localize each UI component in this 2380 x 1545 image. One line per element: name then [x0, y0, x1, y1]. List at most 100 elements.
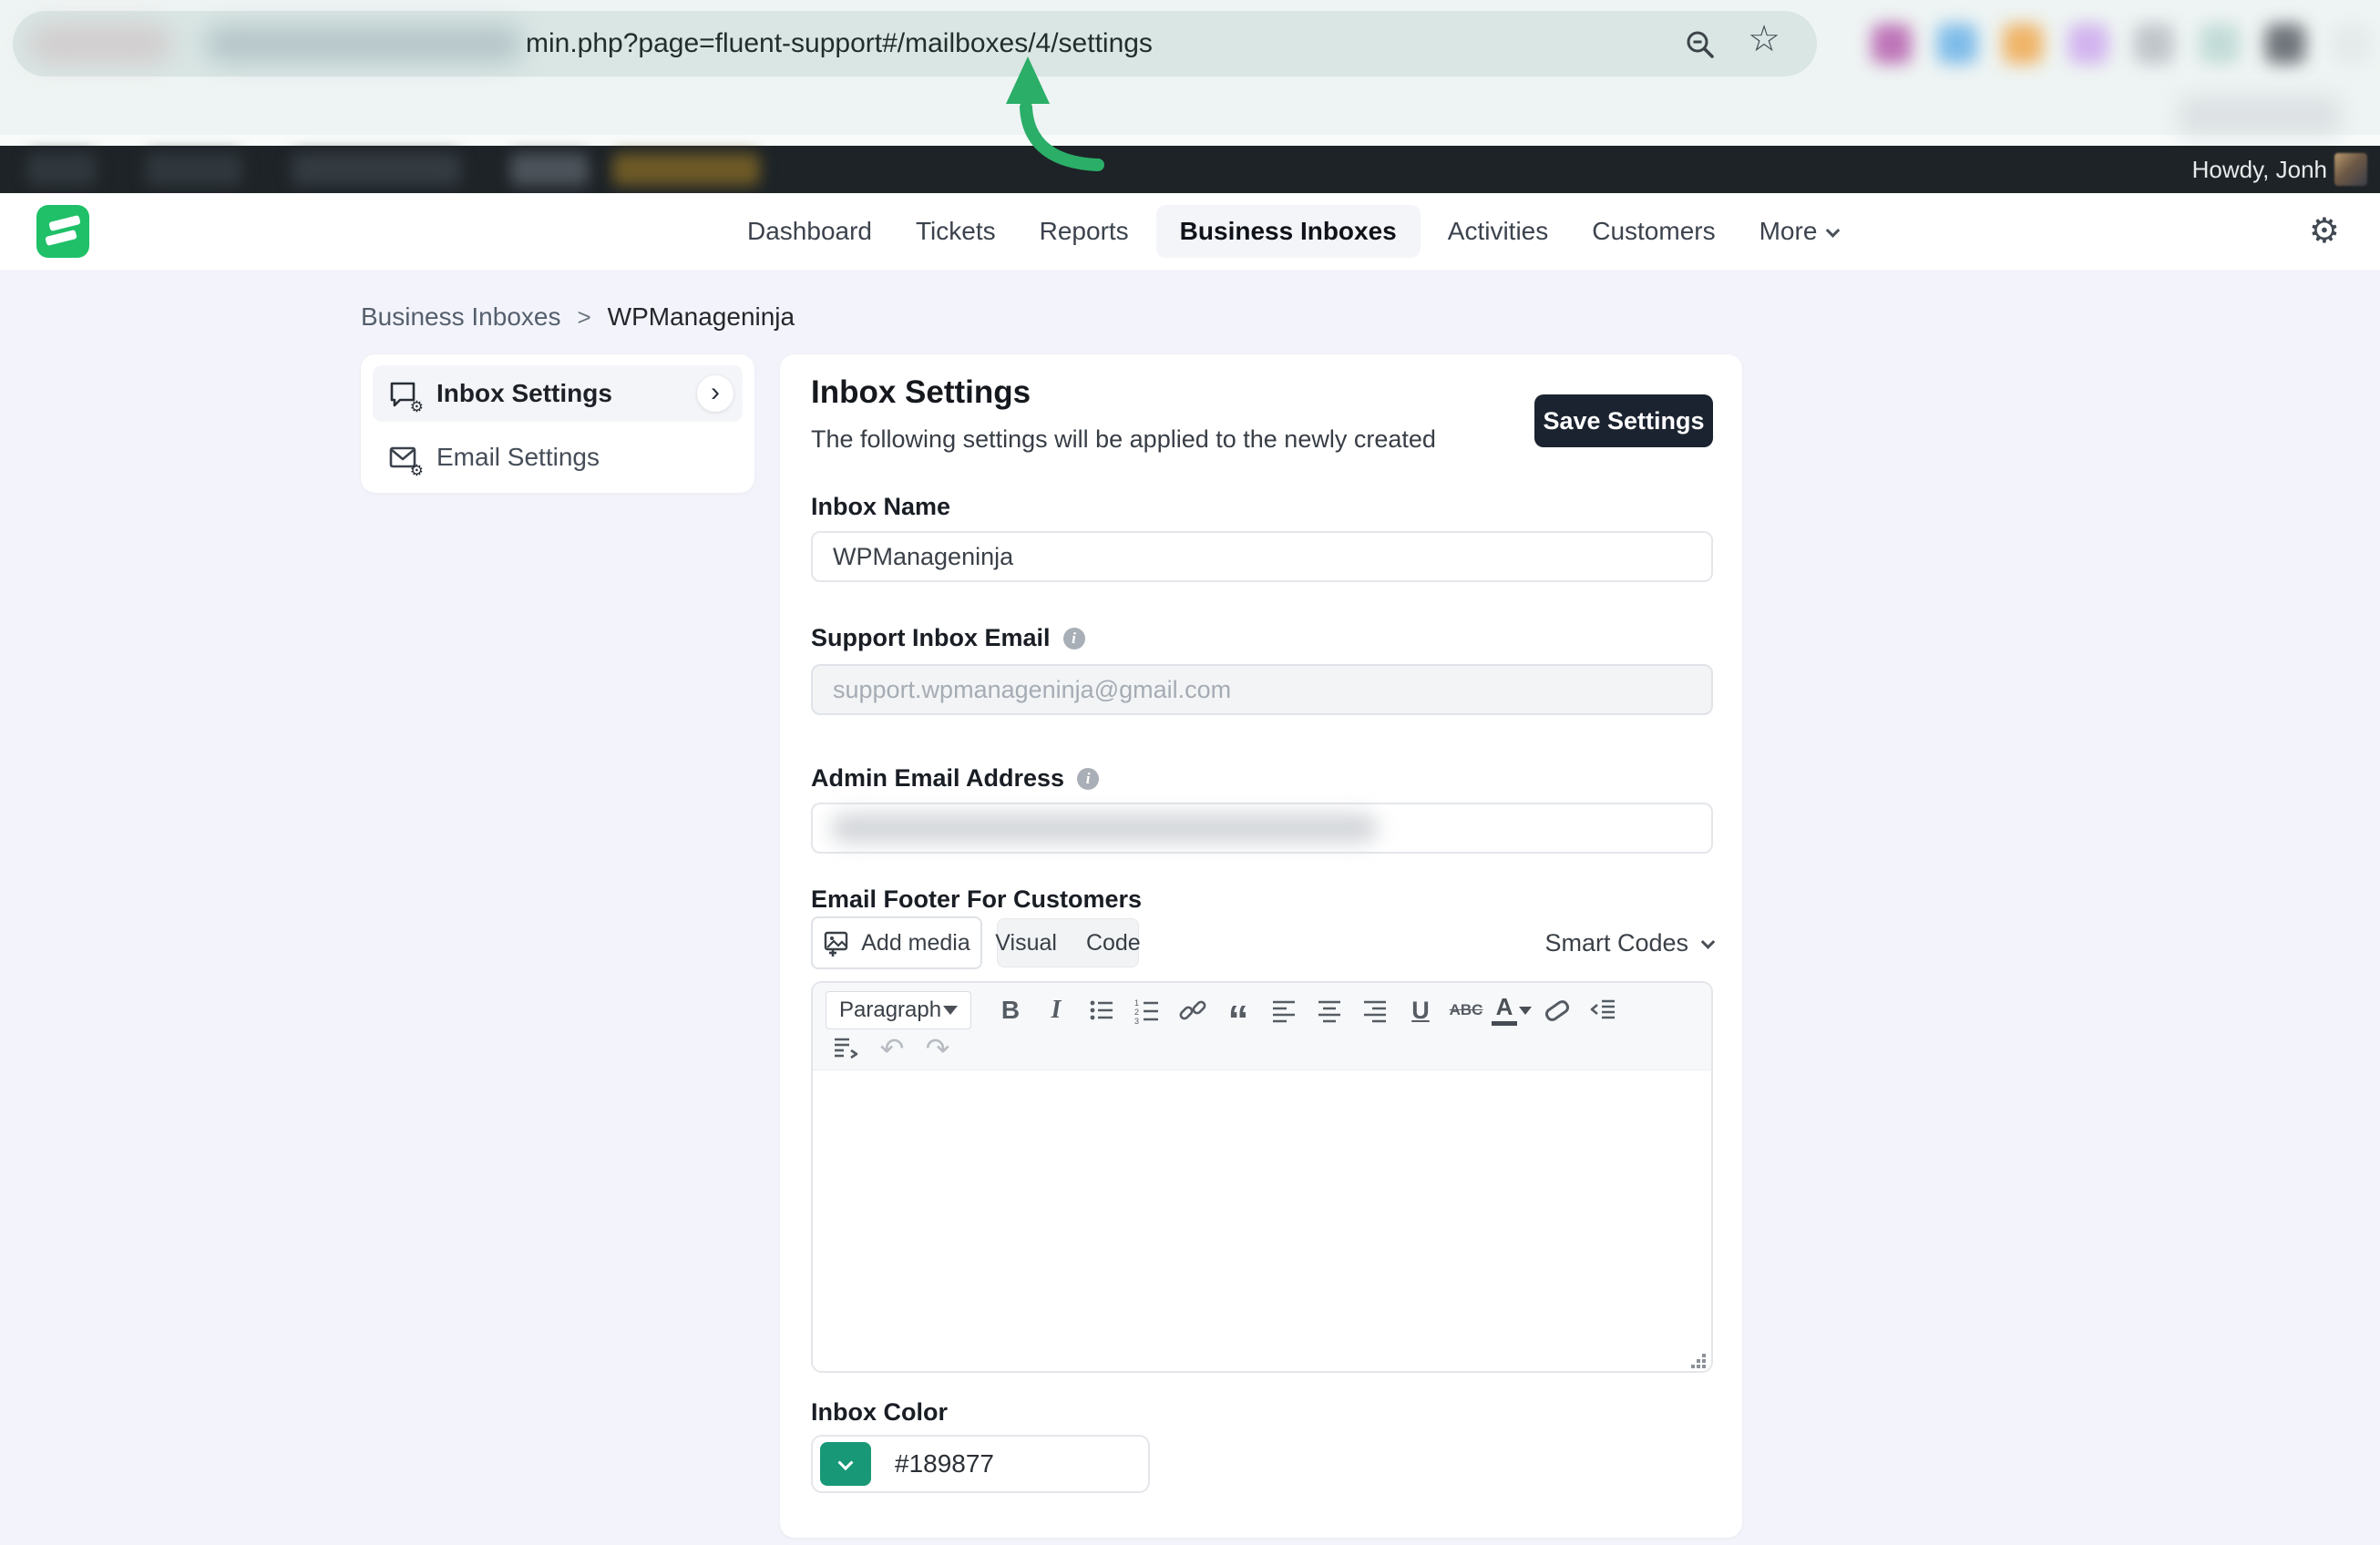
page-content: Business Inboxes > WPManageninja ⚙ Inbox…	[0, 270, 2380, 1545]
add-media-button[interactable]: Add media	[811, 916, 982, 969]
tab-code[interactable]: Code	[1075, 930, 1152, 957]
admin-email-label: Admin Email Address i	[811, 764, 1099, 793]
breadcrumb-separator: >	[577, 303, 590, 332]
label-text: Email Footer For Customers	[811, 885, 1142, 914]
outdent-button[interactable]	[1582, 991, 1624, 1029]
settings-gear-icon[interactable]: ⚙	[2309, 193, 2340, 270]
extension-icon[interactable]	[2068, 24, 2108, 64]
blurred-menu-item[interactable]	[510, 153, 589, 186]
svg-text:1: 1	[1134, 998, 1139, 1008]
email-footer-editor: Paragraph B I 123	[811, 981, 1713, 1373]
label-text: Inbox Color	[811, 1398, 948, 1427]
smart-codes-dropdown[interactable]: Smart Codes	[1544, 916, 1713, 969]
save-settings-button[interactable]: Save Settings	[1534, 394, 1713, 447]
align-right-button[interactable]	[1354, 991, 1396, 1029]
nav-item-business-inboxes[interactable]: Business Inboxes	[1156, 205, 1421, 258]
extension-icon[interactable]	[1937, 24, 1977, 64]
blockquote-button[interactable]: “	[1217, 991, 1259, 1029]
tab-visual[interactable]: Visual	[984, 930, 1068, 957]
email-footer-label: Email Footer For Customers	[811, 885, 1142, 914]
browser-chrome: min.php?page=fluent-support#/mailboxes/4…	[0, 0, 2380, 135]
fluent-support-logo-icon[interactable]	[36, 205, 89, 258]
nav-menu: Dashboard Tickets Reports Business Inbox…	[725, 193, 1860, 270]
menu-icon[interactable]	[2331, 24, 2371, 64]
label-text: Inbox Name	[811, 493, 950, 521]
inbox-name-label: Inbox Name	[811, 493, 950, 521]
page-subtitle: The following settings will be applied t…	[811, 425, 1436, 454]
add-media-label: Add media	[861, 930, 970, 957]
sidebar-item-email-settings[interactable]: ⚙ Email Settings	[373, 429, 743, 486]
paragraph-select[interactable]: Paragraph	[826, 991, 971, 1029]
inbox-name-input[interactable]	[811, 531, 1713, 582]
inbox-color-picker[interactable]: #189877	[811, 1435, 1150, 1493]
inbox-settings-icon: ⚙	[385, 376, 420, 411]
chevron-down-icon	[1701, 935, 1716, 949]
nav-item-reports[interactable]: Reports	[1018, 193, 1151, 270]
nav-item-dashboard[interactable]: Dashboard	[725, 193, 894, 270]
nav-item-more[interactable]: More	[1738, 217, 1861, 246]
blurred-site-chip	[27, 24, 173, 64]
bookmark-star-icon[interactable]: ☆	[1748, 18, 1780, 60]
blurred-bookmark-item	[2178, 95, 2342, 137]
blurred-menu-item[interactable]	[146, 153, 242, 186]
extension-icon[interactable]	[1872, 24, 1912, 64]
strikethrough-button[interactable]: ABC	[1445, 991, 1487, 1029]
inbox-settings-panel: Inbox Settings The following settings wi…	[780, 354, 1742, 1538]
editor-mode-tabs: Visual Code	[997, 918, 1139, 967]
zoom-out-icon[interactable]	[1684, 28, 1717, 61]
nav-item-tickets[interactable]: Tickets	[894, 193, 1018, 270]
editor-textarea[interactable]	[813, 1070, 1711, 1373]
extension-icon[interactable]	[2134, 24, 2174, 64]
chrome-divider	[0, 135, 2380, 146]
text-color-button[interactable]: A	[1491, 991, 1533, 1029]
blurred-menu-item[interactable]	[292, 153, 461, 186]
undo-button[interactable]: ↶	[871, 1029, 913, 1068]
more-label: More	[1759, 217, 1818, 246]
eraser-icon	[1543, 998, 1572, 1023]
annotation-arrow-icon	[984, 46, 1121, 178]
settings-sidebar: ⚙ Inbox Settings › ⚙ Email Settings	[361, 354, 754, 493]
howdy-greeting[interactable]: Howdy, Jonh	[2192, 146, 2327, 193]
sidebar-item-label: Email Settings	[436, 443, 600, 472]
align-center-button[interactable]	[1308, 991, 1350, 1029]
gear-icon: ⚙	[410, 463, 424, 478]
extension-icon[interactable]	[2003, 24, 2043, 64]
numbered-list-button[interactable]: 123	[1126, 991, 1168, 1029]
blurred-menu-item[interactable]	[27, 153, 97, 186]
color-value: #189877	[895, 1449, 994, 1478]
breadcrumb-current: WPManageninja	[608, 302, 795, 332]
paste-as-text-button[interactable]	[826, 1029, 867, 1068]
breadcrumb-parent[interactable]: Business Inboxes	[361, 302, 560, 332]
email-settings-icon: ⚙	[385, 440, 420, 475]
bullet-list-button[interactable]	[1081, 991, 1123, 1029]
italic-button[interactable]: I	[1035, 991, 1077, 1029]
sidebar-item-inbox-settings[interactable]: ⚙ Inbox Settings ›	[373, 365, 743, 422]
support-inbox-email-label: Support Inbox Email i	[811, 624, 1085, 652]
profile-icon[interactable]	[2265, 24, 2305, 64]
nav-item-customers[interactable]: Customers	[1570, 193, 1737, 270]
avatar[interactable]	[2334, 153, 2367, 186]
blurred-menu-item[interactable]	[612, 153, 760, 186]
clear-formatting-button[interactable]	[1536, 991, 1578, 1029]
redo-button[interactable]: ↷	[917, 1029, 959, 1068]
align-left-button[interactable]	[1263, 991, 1305, 1029]
address-bar[interactable]: min.php?page=fluent-support#/mailboxes/4…	[13, 11, 1817, 77]
app-nav: Dashboard Tickets Reports Business Inbox…	[0, 193, 2380, 270]
svg-text:3: 3	[1134, 1017, 1139, 1024]
nav-item-activities[interactable]: Activities	[1426, 193, 1570, 270]
add-media-icon	[823, 929, 850, 957]
info-icon[interactable]: i	[1063, 628, 1085, 650]
gear-icon: ⚙	[410, 399, 424, 414]
info-icon[interactable]: i	[1077, 768, 1099, 790]
extension-icon[interactable]	[2200, 24, 2240, 64]
chevron-down-icon	[838, 1455, 854, 1470]
label-text: Admin Email Address	[811, 764, 1064, 793]
bold-button[interactable]: B	[990, 991, 1031, 1029]
chevron-down-icon	[1826, 223, 1841, 238]
underline-button[interactable]: U	[1400, 991, 1441, 1029]
extension-toolbar	[1872, 16, 2371, 71]
chevron-right-icon: ›	[697, 375, 733, 412]
link-button[interactable]	[1172, 991, 1214, 1029]
color-swatch[interactable]	[820, 1442, 871, 1486]
support-inbox-email-input[interactable]	[811, 664, 1713, 715]
